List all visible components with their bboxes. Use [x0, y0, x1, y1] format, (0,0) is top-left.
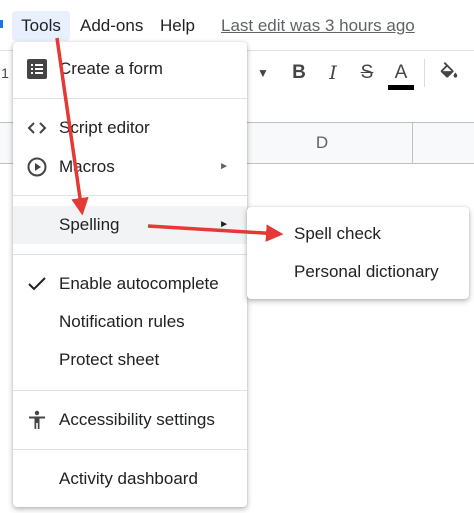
- menu-divider: [13, 98, 247, 99]
- menu-item-notification-rules[interactable]: Notification rules: [13, 303, 247, 341]
- spelling-submenu: Spell check Personal dictionary: [247, 207, 469, 299]
- submenu-arrow-icon: ►: [219, 161, 229, 172]
- menu-item-macros[interactable]: Macros ►: [13, 148, 247, 186]
- menu-item-label: Protect sheet: [59, 350, 160, 369]
- accessibility-icon: [27, 410, 47, 430]
- menu-item-label: Notification rules: [59, 312, 185, 331]
- menu-item-script-editor[interactable]: Script editor: [13, 109, 247, 147]
- dropdown-caret-icon[interactable]: ▼: [250, 59, 276, 87]
- menu-item-activity-dashboard[interactable]: Activity dashboard: [13, 460, 247, 498]
- check-icon: [27, 274, 47, 294]
- menu-help[interactable]: Help: [160, 11, 195, 41]
- menu-item-protect-sheet[interactable]: Protect sheet: [13, 341, 247, 379]
- column-header-d[interactable]: D: [232, 123, 412, 163]
- submenu-item-label: Personal dictionary: [294, 262, 439, 281]
- menu-item-accessibility-settings[interactable]: Accessibility settings: [13, 401, 247, 439]
- menu-item-enable-autocomplete[interactable]: Enable autocomplete: [13, 265, 247, 303]
- menu-divider: [13, 449, 247, 450]
- menu-tools[interactable]: Tools: [12, 11, 70, 41]
- tools-menu: Create a form Script editor Macros ► Spe…: [13, 42, 247, 507]
- menu-addons[interactable]: Add-ons: [80, 11, 143, 41]
- menu-item-label: Script editor: [59, 118, 150, 137]
- menu-item-create-form[interactable]: Create a form: [13, 50, 247, 88]
- submenu-item-label: Spell check: [294, 224, 381, 243]
- font-size-fragment: 1: [1, 65, 9, 81]
- menu-divider: [13, 254, 247, 255]
- menu-divider: [13, 390, 247, 391]
- code-icon: [27, 118, 47, 138]
- menu-item-label: Macros: [59, 157, 115, 176]
- play-circle-icon: [27, 157, 47, 177]
- menu-item-spelling[interactable]: Spelling ►: [13, 206, 247, 244]
- text-color-indicator: [388, 85, 414, 90]
- menu-item-label: Activity dashboard: [59, 469, 198, 488]
- menu-item-label: Spelling: [59, 215, 120, 234]
- form-icon: [27, 59, 47, 79]
- column-separator: [412, 123, 413, 163]
- submenu-item-spell-check[interactable]: Spell check: [247, 215, 469, 253]
- menu-item-label: Create a form: [59, 59, 163, 78]
- submenu-item-personal-dictionary[interactable]: Personal dictionary: [247, 253, 469, 291]
- menu-divider: [13, 195, 247, 196]
- italic-button[interactable]: I: [320, 59, 346, 87]
- menu-item-label: Enable autocomplete: [59, 274, 219, 293]
- app-edge-mark: [0, 20, 3, 28]
- text-color-button[interactable]: A: [388, 59, 414, 87]
- strikethrough-button[interactable]: S: [354, 59, 380, 87]
- menu-item-label: Accessibility settings: [59, 410, 215, 429]
- submenu-arrow-icon: ►: [219, 219, 229, 230]
- last-edit-link[interactable]: Last edit was 3 hours ago: [221, 11, 415, 41]
- toolbar-divider: [424, 59, 425, 87]
- bold-button[interactable]: B: [286, 59, 312, 87]
- fill-color-icon[interactable]: [436, 59, 462, 87]
